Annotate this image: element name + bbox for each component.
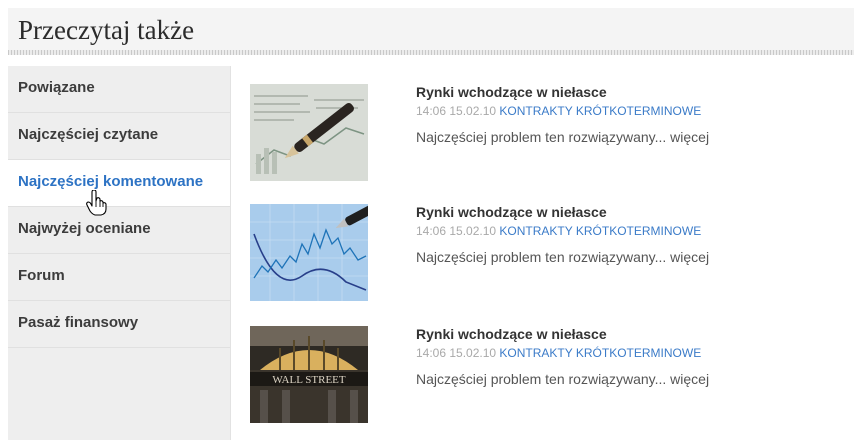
sidebar-item-najwyzej-oceniane[interactable]: Najwyżej oceniane xyxy=(8,207,230,254)
article-excerpt: Najczęściej problem ten rozwiązywany... … xyxy=(416,371,709,387)
sidebar-item-pasaz-finansowy[interactable]: Pasaż finansowy xyxy=(8,301,230,348)
article-excerpt-text: Najczęściej problem ten rozwiązywany... xyxy=(416,249,667,265)
article-meta: 14:06 15.02.10 KONTRAKTY KRÓTKOTERMINOWE xyxy=(416,346,701,360)
sidebar-tabs: Powiązane Najczęściej czytane Najczęście… xyxy=(8,66,231,440)
article-title[interactable]: Rynki wchodzące w niełasce xyxy=(416,204,607,220)
section-title: Przeczytaj także xyxy=(18,15,195,45)
article-category-link[interactable]: KONTRAKTY KRÓTKOTERMINOWE xyxy=(499,104,701,118)
article-meta: 14:06 15.02.10 KONTRAKTY KRÓTKOTERMINOWE xyxy=(416,104,701,118)
read-more-link[interactable]: więcej xyxy=(670,129,709,145)
article-excerpt-text: Najczęściej problem ten rozwiązywany... xyxy=(416,129,667,145)
stock-chart-with-pen-image[interactable] xyxy=(250,204,368,301)
sidebar-item-najczesciej-czytane[interactable]: Najczęściej czytane xyxy=(8,113,230,160)
wall-street-sign: WALL STREET xyxy=(272,374,345,386)
article-title[interactable]: Rynki wchodzące w niełasce xyxy=(416,326,607,342)
hand-cursor-icon xyxy=(86,190,107,216)
wall-street-building-image[interactable]: WALL STREET xyxy=(250,326,368,423)
section-header: Przeczytaj także xyxy=(8,8,854,50)
header-divider xyxy=(8,50,854,55)
article-title[interactable]: Rynki wchodzące w niełasce xyxy=(416,84,607,100)
sidebar-item-najczesciej-komentowane[interactable]: Najczęściej komentowane xyxy=(8,160,230,207)
pen-on-financial-newspaper-image[interactable] xyxy=(250,84,368,181)
read-more-link[interactable]: więcej xyxy=(670,249,709,265)
sidebar-item-forum[interactable]: Forum xyxy=(8,254,230,301)
article-excerpt: Najczęściej problem ten rozwiązywany... … xyxy=(416,129,709,145)
article-time: 14:06 15.02.10 xyxy=(416,104,497,118)
article-meta: 14:06 15.02.10 KONTRAKTY KRÓTKOTERMINOWE xyxy=(416,224,701,238)
article-excerpt-text: Najczęściej problem ten rozwiązywany... xyxy=(416,371,667,387)
sidebar-item-powiazane[interactable]: Powiązane xyxy=(8,66,230,113)
article-time: 14:06 15.02.10 xyxy=(416,346,497,360)
read-more-link[interactable]: więcej xyxy=(670,371,709,387)
article-category-link[interactable]: KONTRAKTY KRÓTKOTERMINOWE xyxy=(499,346,701,360)
article-category-link[interactable]: KONTRAKTY KRÓTKOTERMINOWE xyxy=(499,224,701,238)
article-time: 14:06 15.02.10 xyxy=(416,224,497,238)
article-excerpt: Najczęściej problem ten rozwiązywany... … xyxy=(416,249,709,265)
